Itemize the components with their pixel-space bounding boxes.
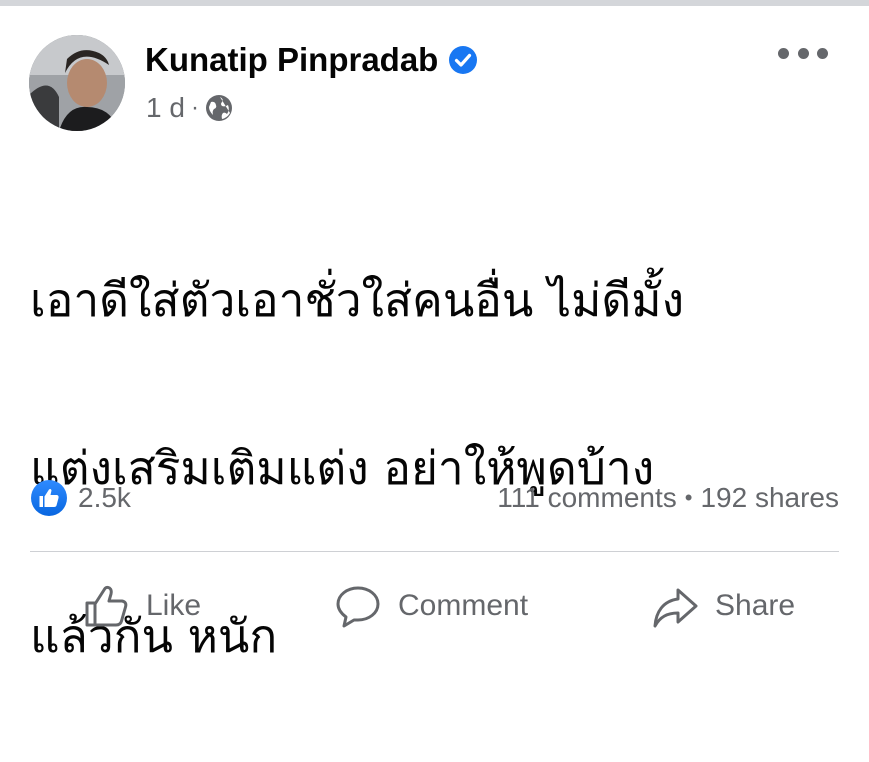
globe-icon[interactable]	[205, 94, 233, 122]
top-divider-bar	[0, 0, 869, 6]
counts-separator: •	[684, 485, 693, 510]
action-divider	[30, 551, 839, 552]
reaction-count: 2.5k	[78, 482, 131, 513]
share-button[interactable]: Share	[651, 576, 795, 636]
comment-icon	[336, 586, 380, 628]
reactions-summary[interactable]: 2.5k	[30, 478, 131, 518]
like-label: Like	[146, 589, 202, 622]
share-arrow-icon	[653, 588, 698, 628]
avatar-photo	[29, 35, 125, 131]
more-dot	[778, 47, 789, 59]
verified-badge-icon	[449, 46, 478, 74]
more-options-button[interactable]	[778, 38, 828, 68]
avatar[interactable]	[29, 35, 125, 131]
thumbs-up-icon	[85, 585, 128, 627]
share-label: Share	[715, 589, 796, 622]
post-timestamp[interactable]: 1 d	[146, 92, 185, 124]
action-bar: Like Comment Share	[0, 576, 869, 636]
post-body: เอาดีใส่ตัวเอาชั่วใส่คนอื่น ไม่ดีมั้ง แต…	[30, 174, 850, 762]
comment-label: Comment	[398, 589, 529, 622]
post-text-line: เอาดีใส่ตัวเอาชั่วใส่คนอื่น ไม่ดีมั้ง	[30, 273, 685, 327]
like-reaction-icon	[31, 480, 67, 516]
more-dot	[797, 47, 809, 59]
engagement-counts: 111 comments • 192 shares	[497, 478, 839, 518]
comment-button[interactable]: Comment	[334, 576, 528, 636]
like-button[interactable]: Like	[82, 576, 201, 636]
shares-count[interactable]: 192 shares	[700, 482, 839, 514]
meta-separator: ·	[190, 94, 199, 121]
comments-count[interactable]: 111 comments	[497, 482, 676, 514]
author-name[interactable]: Kunatip Pinpradab	[145, 41, 438, 79]
more-dot	[817, 47, 828, 59]
